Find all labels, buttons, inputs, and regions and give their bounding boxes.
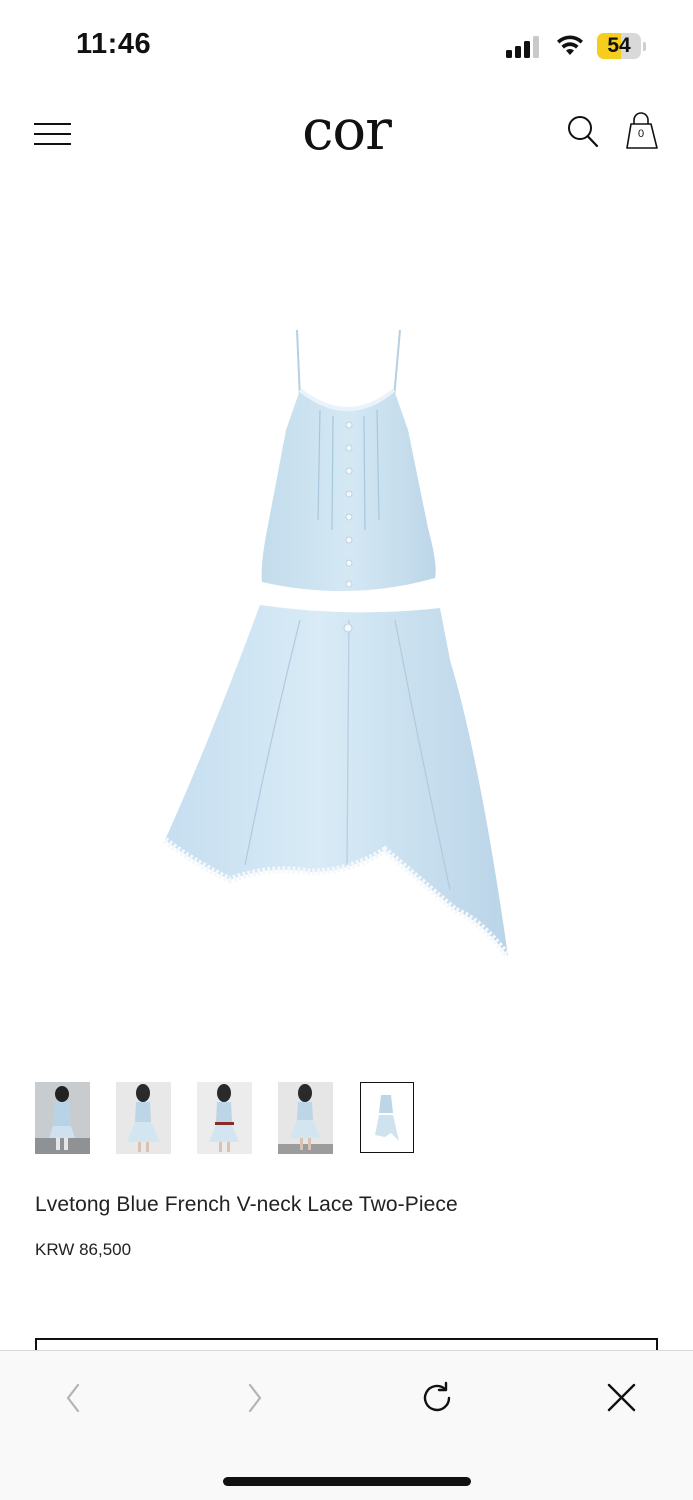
thumbnail-1[interactable]	[35, 1082, 90, 1154]
wifi-icon	[557, 35, 583, 55]
forward-arrow-icon	[248, 1383, 262, 1413]
thumbnail-5-active[interactable]	[360, 1082, 414, 1153]
close-button[interactable]	[602, 1379, 642, 1419]
battery-body: 54	[597, 33, 641, 59]
thumbnail-image	[197, 1082, 252, 1154]
thumbnail-2[interactable]	[116, 1082, 171, 1154]
close-icon	[607, 1383, 636, 1412]
home-indicator[interactable]	[223, 1477, 471, 1486]
status-bar: 11:46 54	[0, 0, 693, 92]
search-icon	[568, 116, 599, 148]
cellular-signal-icon	[506, 36, 539, 58]
forward-button[interactable]	[236, 1379, 276, 1419]
browser-toolbar	[0, 1350, 693, 1500]
battery-level: 54	[607, 34, 631, 57]
battery-indicator: 54	[597, 33, 647, 59]
back-arrow-icon	[66, 1383, 80, 1413]
thumbnail-4[interactable]	[278, 1082, 333, 1154]
thumbnail-image	[278, 1082, 333, 1154]
reload-button[interactable]	[418, 1379, 458, 1419]
thumbnail-image	[35, 1082, 90, 1154]
reload-icon	[423, 1381, 451, 1412]
product-main-image[interactable]	[150, 320, 550, 970]
status-time: 11:46	[76, 28, 152, 60]
cart-count: 0	[637, 128, 645, 140]
battery-cap	[643, 42, 646, 51]
search-button[interactable]	[566, 114, 600, 150]
product-price: KRW 86,500	[35, 1240, 132, 1259]
thumbnail-image	[116, 1082, 171, 1154]
product-thumbnails	[35, 1082, 435, 1154]
thumbnail-image	[361, 1083, 413, 1152]
thumbnail-3[interactable]	[197, 1082, 252, 1154]
cart-button[interactable]: 0	[622, 110, 660, 150]
back-button[interactable]	[52, 1379, 92, 1419]
product-title: Lvetong Blue French V-neck Lace Two-Piec…	[35, 1193, 458, 1216]
site-header: cor 0	[0, 92, 693, 182]
